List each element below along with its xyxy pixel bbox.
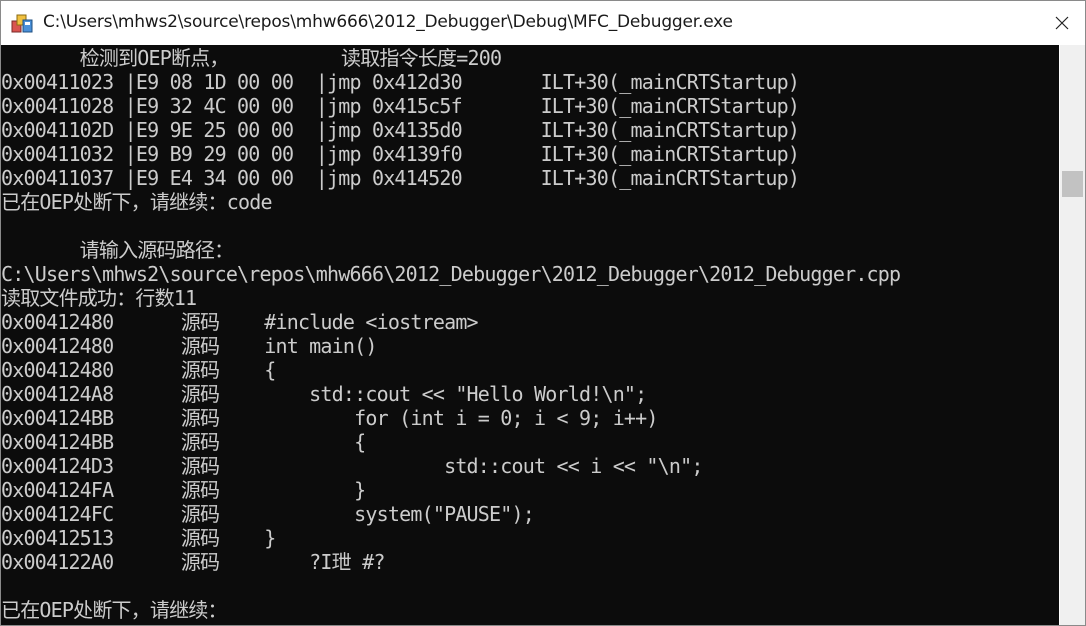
console-line: 0x00412480 源码 #include <iostream> <box>1 310 479 334</box>
console-line: 已在OEP处断下，请继续：code <box>1 190 272 214</box>
console-line: 请输入源码路径： <box>1 238 234 262</box>
console-line: 0x004124D3 源码 std::cout << i << "\n"; <box>1 454 703 478</box>
console-output[interactable]: 检测到OEP断点， 读取指令长度=200 0x00411023 |E9 08 1D… <box>1 45 1059 625</box>
console-line: 0x004124FA 源码 } <box>1 478 366 502</box>
title-bar[interactable]: C:\Users\mhws2\source\repos\mhw666\2012_… <box>1 1 1085 45</box>
console-line: 0x00411028 |E9 32 4C 00 00 |jmp 0x415c5f… <box>1 94 800 118</box>
console-app-icon <box>11 14 33 33</box>
console-line: 0x00412480 源码 int main() <box>1 334 377 358</box>
console-line: 0x0041102D |E9 9E 25 00 00 |jmp 0x4135d0… <box>1 118 800 142</box>
console-line: 0x00412480 源码 { <box>1 358 276 382</box>
console-line: 0x004122A0 源码 ?I玴 #? <box>1 550 385 574</box>
vertical-scrollbar[interactable] <box>1060 45 1085 625</box>
console-line: C:\Users\mhws2\source\repos\mhw666\2012_… <box>1 262 901 286</box>
scrollbar-thumb[interactable] <box>1062 171 1083 197</box>
console-line: 0x00411023 |E9 08 1D 00 00 |jmp 0x412d30… <box>1 70 800 94</box>
window-title: C:\Users\mhws2\source\repos\mhw666\2012_… <box>43 12 733 32</box>
console-line: 0x004124A8 源码 std::cout << "Hello World!… <box>1 382 647 406</box>
console-line: 0x00412513 源码 } <box>1 526 276 550</box>
console-line: 0x00411037 |E9 E4 34 00 00 |jmp 0x414520… <box>1 166 800 190</box>
console-line: 0x004124FC 源码 system("PAUSE"); <box>1 502 535 526</box>
console-window: C:\Users\mhws2\source\repos\mhw666\2012_… <box>0 0 1086 626</box>
console-line: 0x00411032 |E9 B9 29 00 00 |jmp 0x4139f0… <box>1 142 800 166</box>
console-line: 0x004124BB 源码 { <box>1 430 366 454</box>
close-button[interactable] <box>1039 1 1085 45</box>
close-icon <box>1055 16 1069 30</box>
console-line: 检测到OEP断点， 读取指令长度=200 <box>1 46 502 70</box>
console-line: 读取文件成功：行数11 <box>1 286 197 310</box>
console-line: 0x004124BB 源码 for (int i = 0; i < 9; i++… <box>1 406 658 430</box>
console-line: 已在OEP处断下，请继续： <box>1 598 228 622</box>
